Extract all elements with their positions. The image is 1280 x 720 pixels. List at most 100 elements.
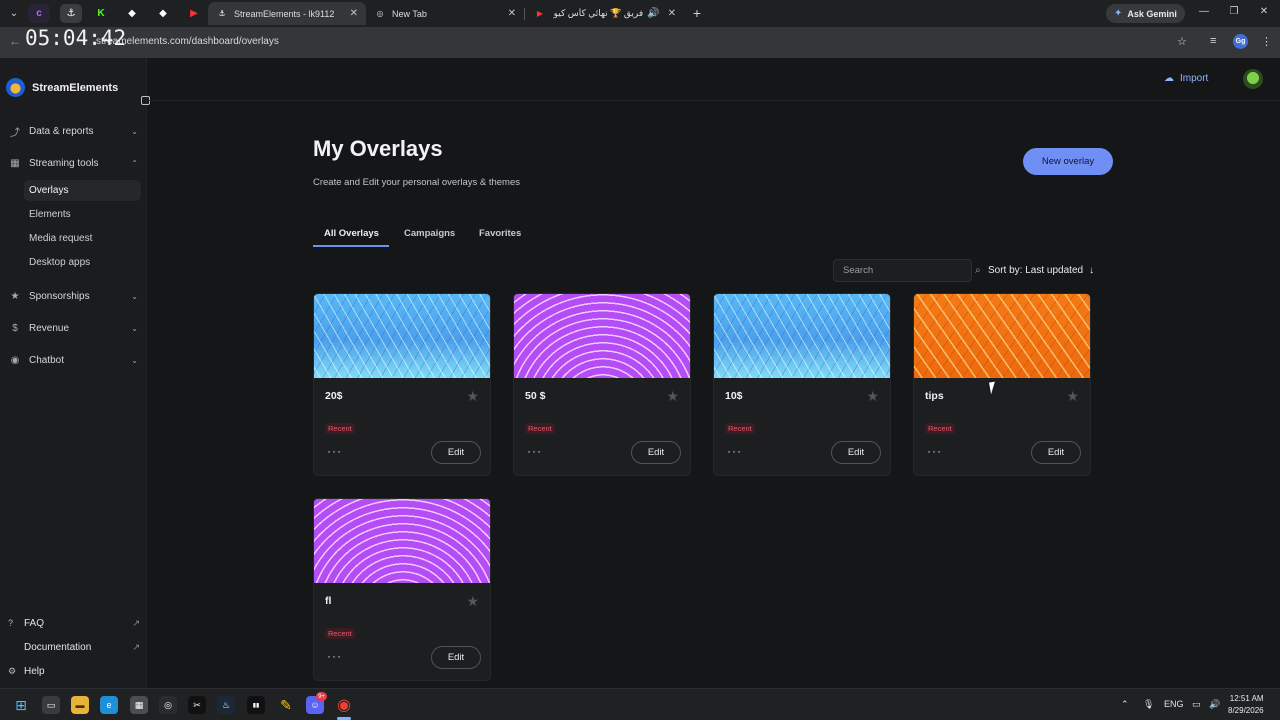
sidebar-help-link[interactable]: ⚙ Help bbox=[8, 662, 140, 680]
more-options-icon[interactable]: ··· bbox=[327, 649, 342, 663]
import-button[interactable]: ☁ Import bbox=[1164, 73, 1208, 84]
tab-new-tab[interactable]: ◎ New Tab ✕ bbox=[366, 2, 524, 25]
capcut-icon[interactable]: ✂ bbox=[188, 696, 206, 714]
favorite-star-icon[interactable]: ★ bbox=[466, 593, 479, 610]
pinned-tab-diamond[interactable]: ◆ bbox=[121, 4, 143, 23]
more-options-icon[interactable]: ··· bbox=[927, 444, 942, 458]
page-subtitle: Create and Edit your personal overlays &… bbox=[313, 177, 520, 188]
more-options-icon[interactable]: ··· bbox=[327, 444, 342, 458]
tab-streamelements[interactable]: ⚓ StreamElements - lk9112 ✕ bbox=[208, 2, 366, 25]
edit-button[interactable]: Edit bbox=[431, 646, 481, 669]
overlay-card[interactable]: 20$ ★ Recent ··· Edit bbox=[313, 293, 491, 476]
media-controls-icon[interactable]: ≡ bbox=[1210, 35, 1216, 47]
sidebar-item-label: Sponsorships bbox=[29, 290, 90, 302]
display-icon[interactable]: ▭ bbox=[1192, 699, 1201, 710]
bookmark-star-icon[interactable]: ☆ bbox=[1177, 35, 1187, 48]
tab-youtube-video[interactable]: ▶ ﻓﺮﻳﻖ 🏆 نهائي كأس كيو بي 🔊 ✕ bbox=[526, 2, 684, 25]
sort-dropdown[interactable]: Sort by: Last updated ↓ bbox=[988, 265, 1094, 276]
footer-label: Help bbox=[24, 665, 45, 677]
overlay-thumbnail[interactable] bbox=[514, 294, 690, 378]
search-box[interactable]: ⌕ bbox=[833, 259, 981, 282]
windows-start-icon[interactable]: ⊞ bbox=[12, 696, 30, 714]
back-icon[interactable]: ← bbox=[9, 34, 21, 48]
browser-menu-icon[interactable]: ⋮ bbox=[1261, 35, 1272, 48]
close-tab-icon[interactable]: ✕ bbox=[508, 8, 516, 19]
overlay-thumbnail[interactable] bbox=[314, 499, 490, 583]
app-icon[interactable]: ▮▮ bbox=[247, 696, 265, 714]
task-view-icon[interactable]: ▭ bbox=[42, 696, 60, 714]
pinned-tab-youtube[interactable]: ▶ bbox=[183, 4, 205, 23]
sidebar-faq-link[interactable]: ? FAQ ↗ bbox=[8, 614, 140, 632]
overlay-card[interactable]: 50 $ ★ Recent ··· Edit bbox=[513, 293, 691, 476]
close-tab-icon[interactable]: ✕ bbox=[668, 8, 676, 19]
overlay-thumbnail[interactable] bbox=[714, 294, 890, 378]
overlay-card[interactable]: fl ★ Recent ··· Edit bbox=[313, 498, 491, 681]
window-close-icon[interactable]: ✕ bbox=[1256, 6, 1272, 17]
overlay-card[interactable]: tips ★ Recent ··· Edit bbox=[913, 293, 1091, 476]
pinned-tab-streamelements[interactable]: ⚓ bbox=[60, 4, 82, 23]
language-indicator[interactable]: ENG bbox=[1164, 699, 1184, 709]
clock-overlay: 05:04:42 bbox=[25, 26, 127, 50]
chevron-down-icon: ⌄ bbox=[131, 126, 138, 136]
edit-button[interactable]: Edit bbox=[1031, 441, 1081, 464]
footer-label: FAQ bbox=[24, 617, 45, 629]
tray-overflow-icon[interactable]: ⌃ bbox=[1121, 699, 1129, 710]
more-options-icon[interactable]: ··· bbox=[527, 444, 542, 458]
microphone-icon[interactable]: 🎙 bbox=[1143, 699, 1154, 710]
favorite-star-icon[interactable]: ★ bbox=[866, 388, 879, 405]
sidebar-item-label: Desktop apps bbox=[29, 257, 91, 268]
search-icon[interactable]: ⌕ bbox=[975, 265, 981, 276]
sidebar-item-sponsorships[interactable]: ★ Sponsorships ⌄ bbox=[8, 286, 138, 306]
file-explorer-icon[interactable]: ▬ bbox=[71, 696, 89, 714]
edit-button[interactable]: Edit bbox=[631, 441, 681, 464]
sidebar-item-media-request[interactable]: Media request bbox=[24, 228, 141, 249]
edge-icon[interactable]: e bbox=[100, 696, 118, 714]
sidebar-item-streaming-tools[interactable]: ▦ Streaming tools ⌃ bbox=[8, 153, 138, 173]
new-tab-icon[interactable]: + bbox=[689, 4, 705, 22]
profile-avatar[interactable]: Gg bbox=[1233, 34, 1248, 49]
sidebar-documentation-link[interactable]: Documentation ↗ bbox=[8, 638, 140, 656]
overlay-thumbnail[interactable] bbox=[914, 294, 1090, 378]
volume-icon[interactable]: 🔊 bbox=[1209, 699, 1220, 710]
sidebar-item-overlays[interactable]: Overlays bbox=[24, 180, 141, 201]
search-input[interactable] bbox=[843, 265, 975, 276]
pen-app-icon[interactable]: ✎ bbox=[277, 696, 295, 714]
sidebar-item-desktop-apps[interactable]: Desktop apps bbox=[24, 252, 141, 273]
sidebar-item-revenue[interactable]: $ Revenue ⌄ bbox=[8, 318, 138, 338]
favorite-star-icon[interactable]: ★ bbox=[1066, 388, 1079, 405]
edit-button[interactable]: Edit bbox=[831, 441, 881, 464]
tray-clock[interactable]: 12:51 AM 8/29/2026 bbox=[1228, 693, 1264, 717]
sidebar-item-data-reports[interactable]: ⤴ Data & reports ⌄ bbox=[8, 121, 138, 141]
sidebar-item-chatbot[interactable]: ◉ Chatbot ⌄ bbox=[8, 350, 138, 370]
more-options-icon[interactable]: ··· bbox=[727, 444, 742, 458]
minimize-icon[interactable]: — bbox=[1196, 6, 1212, 17]
close-tab-icon[interactable]: ✕ bbox=[350, 8, 358, 19]
favorite-star-icon[interactable]: ★ bbox=[466, 388, 479, 405]
sidebar-item-elements[interactable]: Elements bbox=[24, 204, 141, 225]
favorite-star-icon[interactable]: ★ bbox=[666, 388, 679, 405]
restore-icon[interactable]: ❐ bbox=[1226, 6, 1242, 17]
pinned-tab-c[interactable]: c bbox=[28, 4, 50, 23]
tab-search-icon[interactable]: ⌄ bbox=[4, 4, 24, 22]
sidebar-item-label: Chatbot bbox=[29, 354, 65, 366]
sidebar-item-label: Revenue bbox=[29, 322, 70, 334]
obs-icon[interactable]: ◎ bbox=[159, 696, 177, 714]
new-overlay-button[interactable]: New overlay bbox=[1023, 148, 1113, 175]
ask-gemini-button[interactable]: ✦ Ask Gemini bbox=[1106, 4, 1185, 23]
pinned-tab-kick[interactable]: K bbox=[90, 4, 112, 23]
speaker-icon[interactable]: 🔊 bbox=[647, 8, 659, 19]
brand[interactable]: StreamElements bbox=[6, 78, 118, 97]
tab-campaigns[interactable]: Campaigns bbox=[404, 228, 455, 239]
steam-icon[interactable]: ♨ bbox=[217, 696, 235, 714]
tab-all-overlays[interactable]: All Overlays bbox=[324, 228, 379, 239]
chevron-up-icon: ⌃ bbox=[131, 158, 138, 168]
pinned-tab-diamond-2[interactable]: ◆ bbox=[152, 4, 174, 23]
overlay-card[interactable]: 10$ ★ Recent ··· Edit bbox=[713, 293, 891, 476]
overlay-thumbnail[interactable] bbox=[314, 294, 490, 378]
tab-favorites[interactable]: Favorites bbox=[479, 228, 521, 239]
edit-button[interactable]: Edit bbox=[431, 441, 481, 464]
user-avatar[interactable] bbox=[1243, 69, 1263, 89]
store-icon[interactable]: ▦ bbox=[130, 696, 148, 714]
chrome-icon[interactable]: ◉ bbox=[335, 696, 353, 714]
dollar-icon: $ bbox=[12, 322, 18, 334]
